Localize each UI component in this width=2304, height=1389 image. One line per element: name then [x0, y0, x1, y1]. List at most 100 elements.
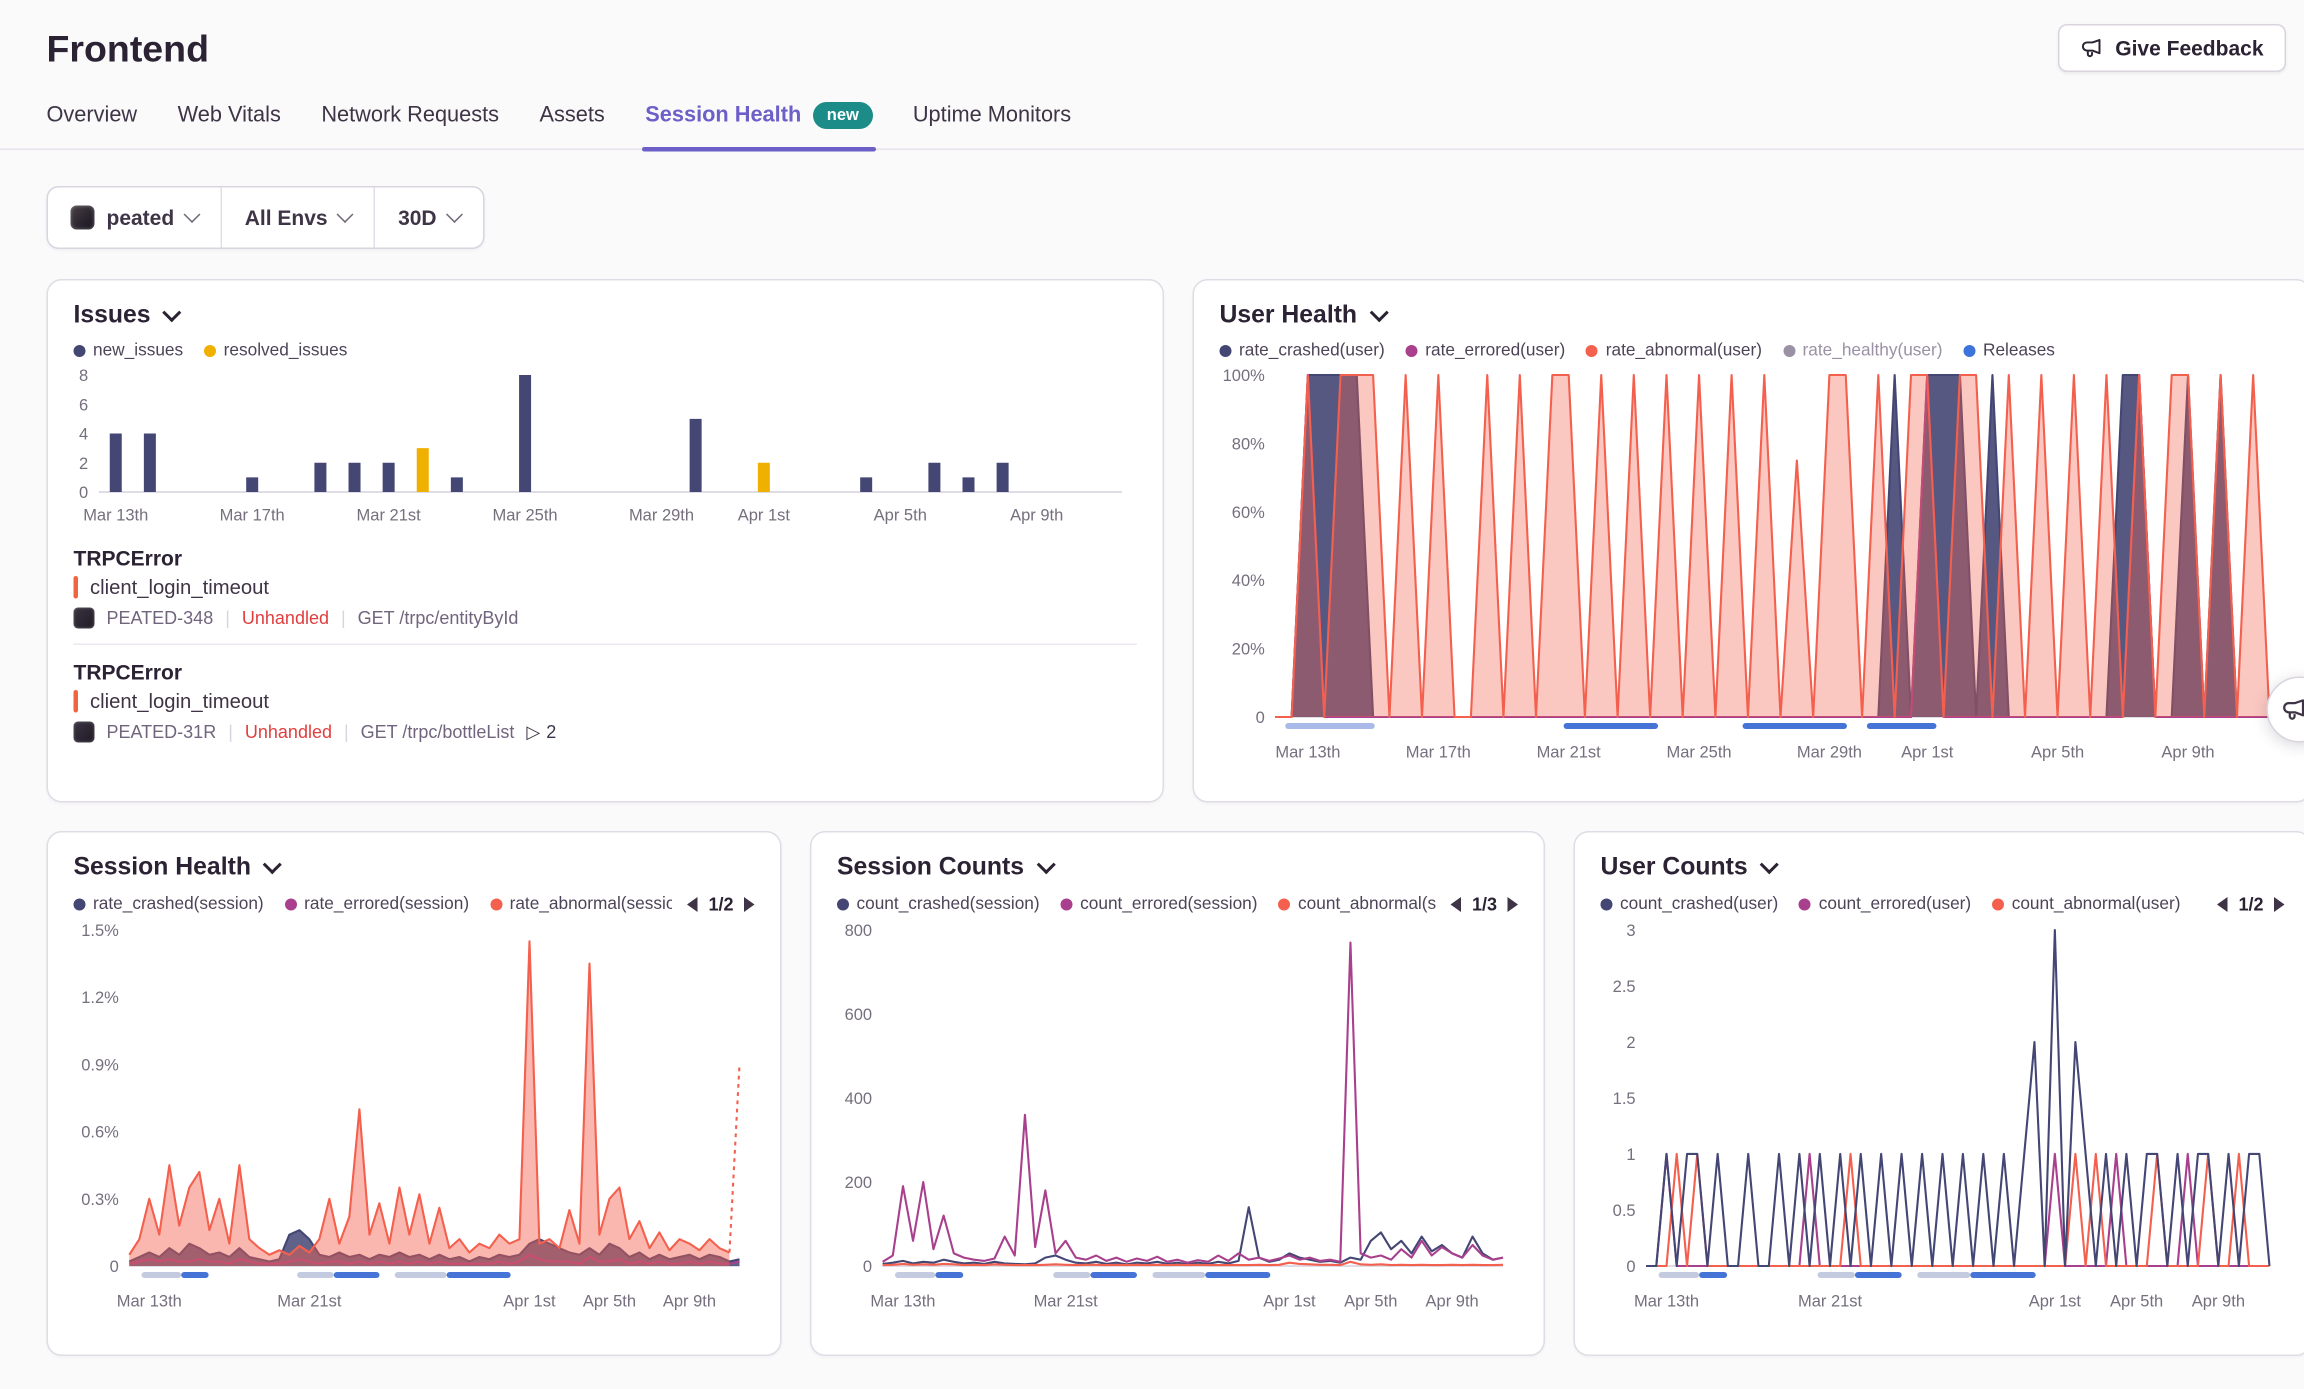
user-health-panel-title[interactable]: User Health — [1220, 302, 1358, 331]
svg-text:Mar 13th: Mar 13th — [870, 1293, 935, 1311]
replay-count-value: 2 — [546, 722, 556, 743]
user-counts-panel-title[interactable]: User Counts — [1601, 854, 1748, 883]
session-health-panel-title[interactable]: Session Health — [74, 854, 251, 883]
legend-dot-icon — [74, 899, 86, 911]
legend-item[interactable]: count_abnormal(session) — [1279, 896, 1436, 914]
legend-item[interactable]: rate_healthy(user) — [1783, 342, 1942, 360]
svg-text:100%: 100% — [1223, 367, 1266, 385]
legend-pager: 1/2 — [2217, 894, 2284, 915]
svg-text:0: 0 — [863, 1258, 872, 1276]
legend-item[interactable]: Releases — [1964, 342, 2055, 360]
user-health-legend: rate_crashed(user) rate_errored(user) rate… — [1220, 342, 2285, 360]
project-selector[interactable]: peated — [48, 188, 221, 248]
session-counts-panel-title[interactable]: Session Counts — [837, 854, 1024, 883]
panels-grid: Issues new_issuesresolved_issues 02468Ma… — [0, 279, 2304, 1356]
legend-item[interactable]: resolved_issues — [204, 342, 347, 360]
svg-text:0.3%: 0.3% — [81, 1191, 119, 1209]
pager-label: 1/3 — [1472, 894, 1497, 915]
date-range-selector[interactable]: 30D — [374, 188, 483, 248]
legend-dot-icon — [74, 345, 86, 357]
issues-legend: new_issues resolved_issues — [74, 342, 1138, 360]
tab-web-vitals[interactable]: Web Vitals — [178, 96, 281, 149]
tab-label: Session Health — [645, 104, 801, 128]
svg-text:8: 8 — [79, 367, 88, 385]
svg-text:0: 0 — [1626, 1258, 1635, 1276]
legend-item[interactable]: count_errored(user) — [1799, 896, 1971, 914]
legend-label: count_crashed(session) — [857, 896, 1040, 914]
user-counts-chart[interactable]: 00.511.522.53Mar 13thMar 21stApr 1stApr … — [1601, 918, 2285, 1317]
legend-item[interactable]: rate_crashed(user) — [1220, 342, 1385, 360]
issue-error-type[interactable]: TRPCError — [74, 546, 1138, 570]
chevron-down-icon[interactable] — [1036, 855, 1055, 874]
legend-dot-icon — [490, 899, 502, 911]
legend-label: count_errored(session) — [1080, 896, 1257, 914]
pager-next-icon[interactable] — [2274, 897, 2285, 912]
legend-item[interactable]: count_crashed(user) — [1601, 896, 1779, 914]
tab-overview[interactable]: Overview — [47, 96, 138, 149]
svg-text:40%: 40% — [1232, 572, 1265, 590]
svg-text:Mar 13th: Mar 13th — [1275, 744, 1340, 762]
svg-text:Mar 21st: Mar 21st — [1798, 1293, 1863, 1311]
replay-count[interactable]: ▷ 2 — [526, 722, 556, 743]
issues-panel-title[interactable]: Issues — [74, 302, 151, 331]
user-health-chart[interactable]: 020%40%60%80%100%Mar 13thMar 17thMar 21s… — [1220, 363, 2285, 768]
legend-dot-icon — [1964, 345, 1976, 357]
session-counts-chart[interactable]: 0200400600800Mar 13thMar 21stApr 1stApr … — [837, 918, 1518, 1317]
svg-text:Mar 17th: Mar 17th — [1406, 744, 1471, 762]
svg-text:Mar 21st: Mar 21st — [277, 1293, 342, 1311]
give-feedback-button[interactable]: Give Feedback — [2058, 24, 2286, 72]
tab-assets[interactable]: Assets — [540, 96, 605, 149]
chevron-down-icon — [184, 206, 201, 223]
svg-text:0.6%: 0.6% — [81, 1124, 119, 1142]
pager-prev-icon[interactable] — [687, 897, 698, 912]
legend-item[interactable]: count_errored(session) — [1061, 896, 1258, 914]
issues-chart[interactable]: 02468Mar 13thMar 17thMar 21stMar 25thMar… — [74, 363, 1138, 531]
svg-text:Apr 5th: Apr 5th — [874, 507, 927, 525]
chevron-down-icon[interactable] — [1369, 303, 1388, 322]
issue-title[interactable]: client_login_timeout — [90, 576, 269, 599]
legend-item[interactable]: count_abnormal(user) — [1992, 896, 2180, 914]
legend-item[interactable]: rate_errored(user) — [1406, 342, 1565, 360]
legend-label: rate_errored(session) — [304, 896, 469, 914]
environment-selector[interactable]: All Envs — [221, 188, 374, 248]
legend-item[interactable]: rate_abnormal(session) — [490, 896, 672, 914]
legend-dot-icon — [1783, 345, 1795, 357]
legend-dot-icon — [1220, 345, 1232, 357]
legend-label: rate_crashed(session) — [93, 896, 264, 914]
pager-prev-icon[interactable] — [2217, 897, 2228, 912]
chevron-down-icon[interactable] — [1760, 855, 1779, 874]
issue-title[interactable]: client_login_timeout — [90, 690, 269, 713]
issue-endpoint: GET /trpc/bottleList — [361, 722, 515, 743]
svg-text:Mar 29th: Mar 29th — [1797, 744, 1862, 762]
legend-pager: 1/3 — [1451, 894, 1518, 915]
chevron-down-icon[interactable] — [263, 855, 282, 874]
legend-item[interactable]: rate_abnormal(user) — [1586, 342, 1762, 360]
tab-uptime-monitors[interactable]: Uptime Monitors — [913, 96, 1071, 149]
svg-text:400: 400 — [845, 1090, 873, 1108]
legend-item[interactable]: rate_crashed(session) — [74, 896, 264, 914]
pager-prev-icon[interactable] — [1451, 897, 1462, 912]
svg-text:Mar 13th: Mar 13th — [117, 1293, 182, 1311]
pager-next-icon[interactable] — [1508, 897, 1519, 912]
session-health-chart[interactable]: 00.3%0.6%0.9%1.2%1.5%Mar 13thMar 21stApr… — [74, 918, 755, 1317]
svg-text:3: 3 — [1626, 922, 1635, 940]
chevron-down-icon[interactable] — [163, 303, 182, 322]
tab-session-health[interactable]: Session Health new — [645, 96, 872, 149]
legend-dot-icon — [1601, 899, 1613, 911]
legend-label: rate_healthy(user) — [1803, 342, 1943, 360]
svg-text:1.5: 1.5 — [1613, 1090, 1636, 1108]
svg-text:0.5: 0.5 — [1613, 1202, 1636, 1220]
tab-label: Network Requests — [321, 104, 499, 128]
legend-item[interactable]: rate_errored(session) — [285, 896, 469, 914]
unhandled-tag: Unhandled — [245, 722, 332, 743]
pager-next-icon[interactable] — [744, 897, 755, 912]
issue-error-type[interactable]: TRPCError — [74, 660, 1138, 684]
svg-text:Apr 5th: Apr 5th — [2031, 744, 2084, 762]
date-range-selector-label: 30D — [398, 206, 437, 230]
legend-label: Releases — [1983, 342, 2055, 360]
svg-text:6: 6 — [79, 396, 88, 414]
legend-item[interactable]: count_crashed(session) — [837, 896, 1040, 914]
legend-label: new_issues — [93, 342, 183, 360]
tab-network-requests[interactable]: Network Requests — [321, 96, 499, 149]
legend-item[interactable]: new_issues — [74, 342, 184, 360]
